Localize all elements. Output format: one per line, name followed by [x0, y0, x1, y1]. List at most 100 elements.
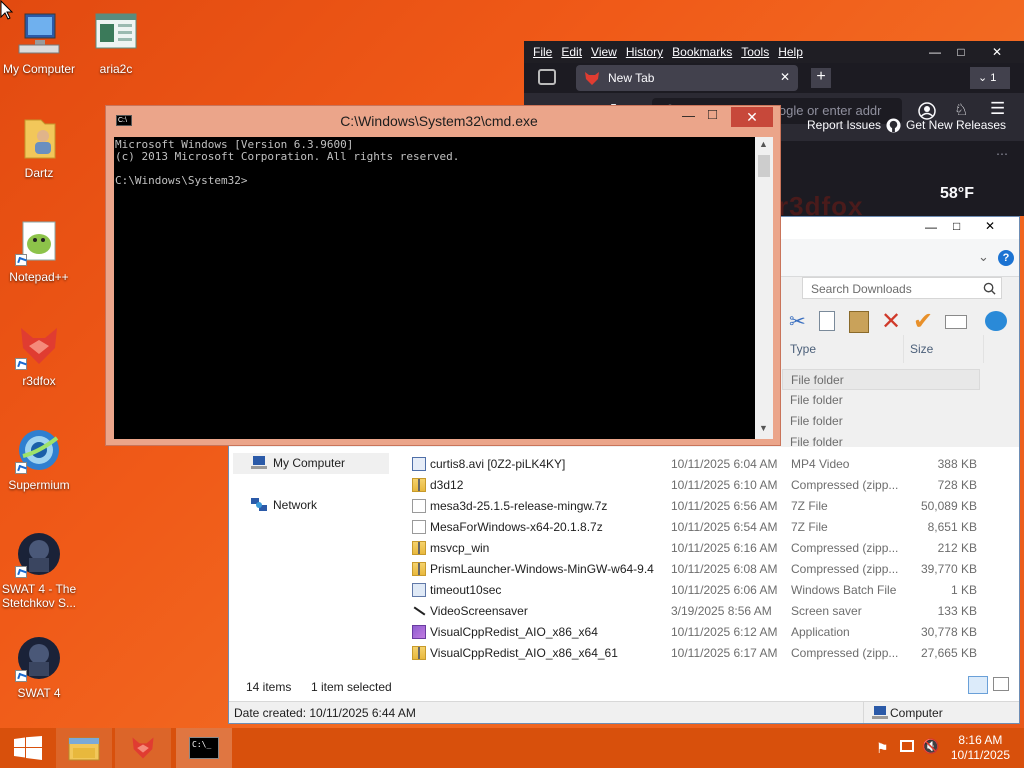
- tab-list-button[interactable]: ⌄ 1: [970, 67, 1010, 89]
- taskbar-explorer[interactable]: [56, 728, 112, 768]
- folder-row[interactable]: File folder: [782, 390, 980, 411]
- help-icon[interactable]: ?: [998, 250, 1014, 266]
- bookmark-report-issues[interactable]: Report Issues: [807, 118, 881, 132]
- windows-logo-icon: [14, 736, 42, 760]
- search-box[interactable]: Search Downloads: [802, 277, 1002, 299]
- shortcut-arrow-icon: [15, 566, 27, 578]
- file-date: 10/11/2025 6:06 AM: [671, 583, 778, 597]
- nav-item-my-computer[interactable]: My Computer: [233, 453, 389, 474]
- tab-overview-icon[interactable]: [538, 69, 556, 85]
- scroll-up-icon[interactable]: ▲: [759, 139, 768, 149]
- close-button[interactable]: ✕: [731, 107, 773, 127]
- tab-count: 1: [990, 72, 997, 84]
- column-header-type[interactable]: Type: [790, 342, 816, 356]
- details-bar: Date created: 10/11/2025 6:44 AM Compute…: [229, 701, 1019, 723]
- maximize-button[interactable]: □: [708, 106, 717, 123]
- desktop-icon-notepadpp[interactable]: Notepad++: [0, 218, 78, 284]
- file-row[interactable]: VisualCppRedist_AIO_x86_x64_61 10/11/202…: [409, 643, 1009, 664]
- desktop-icon-swat4-stetchkov[interactable]: SWAT 4 - The Stetchkov S...: [0, 530, 78, 610]
- paste-icon[interactable]: [849, 311, 869, 333]
- supermium-icon: [15, 426, 63, 474]
- desktop-icon-dartz[interactable]: Dartz: [0, 114, 78, 180]
- file-size: 388 KB: [937, 457, 977, 471]
- network-tray-icon[interactable]: [900, 740, 914, 752]
- menu-bookmarks[interactable]: Bookmarks: [672, 45, 732, 59]
- app-icon: [412, 625, 426, 639]
- copy-icon[interactable]: [819, 311, 835, 331]
- folder-row-selected[interactable]: File folder: [782, 369, 980, 390]
- cmd-title: C:\Windows\System32\cmd.exe: [340, 113, 538, 129]
- cut-icon[interactable]: ✂: [789, 309, 806, 334]
- tab-new-tab[interactable]: New Tab ✕: [576, 65, 798, 91]
- file-row[interactable]: mesa3d-25.1.5-release-mingw.7z 10/11/202…: [409, 496, 1009, 517]
- file-type: MP4 Video: [791, 457, 850, 471]
- location-label: Computer: [890, 706, 943, 720]
- menu-dots-icon[interactable]: ⋯: [996, 147, 1008, 161]
- desktop-icon-swat4[interactable]: SWAT 4: [0, 634, 78, 700]
- hamburger-menu-icon[interactable]: ☰: [990, 99, 1005, 119]
- cmd-window[interactable]: C:\ C:\Windows\System32\cmd.exe — □ ✕ Mi…: [105, 105, 781, 446]
- file-name: PrismLauncher-Windows-MinGW-w64-9.4: [430, 562, 654, 576]
- console-output[interactable]: Microsoft Windows [Version 6.3.9600] (c) …: [114, 137, 755, 439]
- file-size: 1 KB: [950, 583, 977, 597]
- folder-row[interactable]: File folder: [782, 411, 980, 432]
- taskbar: C:\_ ⚑ 🔇 8:16 AM 10/11/2025: [0, 728, 1024, 768]
- menu-edit[interactable]: Edit: [561, 45, 582, 59]
- file-size: 212 KB: [937, 541, 977, 555]
- maximize-button[interactable]: □: [944, 41, 978, 63]
- tiles-view-icon[interactable]: [993, 677, 1009, 691]
- desktop-icon-supermium[interactable]: Supermium: [0, 426, 78, 492]
- taskbar-cmd[interactable]: C:\_: [176, 728, 232, 768]
- tab-close-icon[interactable]: ✕: [780, 70, 790, 84]
- delete-icon[interactable]: ✕: [881, 307, 901, 336]
- file-row[interactable]: d3d12 10/11/2025 6:10 AM Compressed (zip…: [409, 475, 1009, 496]
- file-row[interactable]: msvcp_win 10/11/2025 6:16 AM Compressed …: [409, 538, 1009, 559]
- properties-icon[interactable]: [945, 315, 967, 329]
- menu-file[interactable]: File: [533, 45, 552, 59]
- file-type: 7Z File: [791, 520, 828, 534]
- desktop-icon-aria2c[interactable]: aria2c: [77, 10, 155, 76]
- scroll-down-icon[interactable]: ▼: [759, 423, 768, 433]
- menu-view[interactable]: View: [591, 45, 617, 59]
- file-row[interactable]: curtis8.avi [0Z2-piLK4KY] 10/11/2025 6:0…: [409, 454, 1009, 475]
- vertical-scrollbar[interactable]: ▲ ▼: [755, 137, 773, 439]
- rename-icon[interactable]: ✔: [913, 307, 933, 336]
- menu-history[interactable]: History: [626, 45, 663, 59]
- file-row[interactable]: timeout10sec 10/11/2025 6:06 AM Windows …: [409, 580, 1009, 601]
- taskbar-r3dfox[interactable]: [115, 728, 171, 768]
- column-header-size[interactable]: Size: [910, 342, 933, 356]
- file-row[interactable]: MesaForWindows-x64-20.1.8.7z 10/11/2025 …: [409, 517, 1009, 538]
- details-view-icon[interactable]: [968, 676, 988, 694]
- menu-tools[interactable]: Tools: [741, 45, 769, 59]
- scroll-thumb[interactable]: [758, 155, 770, 177]
- action-center-flag-icon[interactable]: ⚑: [876, 740, 889, 757]
- shortcut-arrow-icon: [15, 254, 27, 266]
- file-row[interactable]: VideoScreensaver 3/19/2025 8:56 AM Scree…: [409, 601, 1009, 622]
- clock[interactable]: 8:16 AM 10/11/2025: [951, 733, 1010, 763]
- nav-item-network[interactable]: Network: [233, 495, 389, 516]
- minimize-button[interactable]: —: [925, 220, 937, 234]
- file-date: 10/11/2025 6:08 AM: [671, 562, 778, 576]
- file-name: d3d12: [430, 478, 464, 492]
- bookmark-get-new-releases[interactable]: Get New Releases: [906, 118, 1006, 132]
- close-button[interactable]: ✕: [985, 219, 995, 233]
- desktop-icon-r3dfox[interactable]: r3dfox: [0, 322, 78, 388]
- chevron-down-icon[interactable]: ⌄: [978, 249, 989, 265]
- row-type: File folder: [790, 393, 843, 407]
- new-tab-button[interactable]: +: [811, 68, 831, 88]
- close-button[interactable]: ✕: [980, 41, 1014, 63]
- volume-muted-icon[interactable]: 🔇: [922, 738, 939, 755]
- zip-icon: [412, 646, 426, 660]
- minimize-button[interactable]: —: [682, 108, 695, 123]
- start-button[interactable]: [0, 728, 56, 768]
- file-row[interactable]: VisualCppRedist_AIO_x86_x64 10/11/2025 6…: [409, 622, 1009, 643]
- desktop-icon-label: Notepad++: [9, 270, 69, 284]
- view-icon[interactable]: [985, 311, 1007, 331]
- nav-label: Network: [273, 498, 318, 512]
- menu-help[interactable]: Help: [778, 45, 803, 59]
- weather-temperature: 58°F: [940, 185, 974, 202]
- file-date: 10/11/2025 6:16 AM: [671, 541, 778, 555]
- screensaver-icon: [412, 604, 426, 618]
- file-row[interactable]: PrismLauncher-Windows-MinGW-w64-9.4 10/1…: [409, 559, 1009, 580]
- maximize-button[interactable]: □: [953, 219, 960, 233]
